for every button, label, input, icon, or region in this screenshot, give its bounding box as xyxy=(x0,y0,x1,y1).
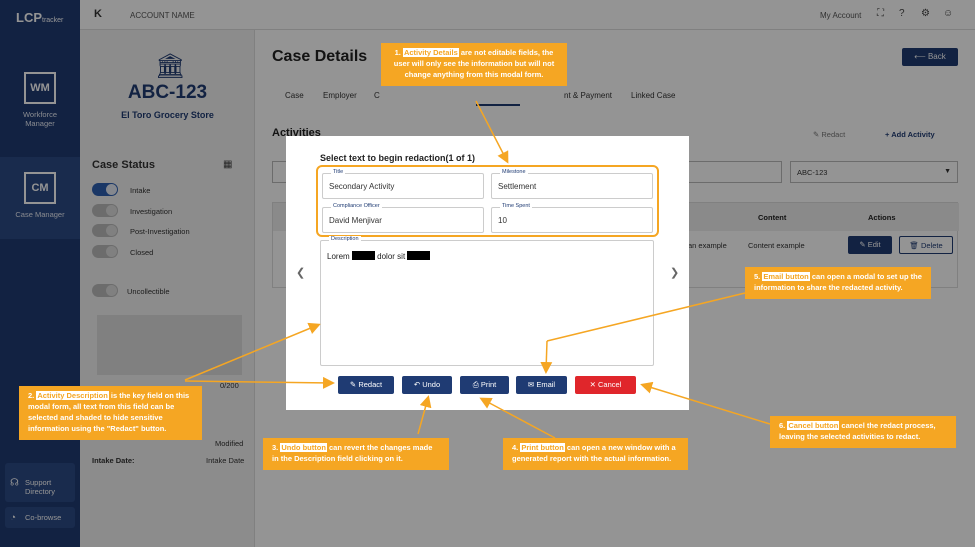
callout-cancel: 6. Cancel button cancel the redact proce… xyxy=(770,416,956,448)
callout-email: 5. Email button can open a modal to set … xyxy=(745,267,931,299)
callout-undo: 3. Undo button can revert the changes ma… xyxy=(263,438,449,470)
callout-activity-description: 2. Activity Description is the key field… xyxy=(19,386,202,440)
callout-print: 4. Print button can open a new window wi… xyxy=(503,438,688,470)
callout-activity-details: 1. Activity Details are not editable fie… xyxy=(381,43,567,86)
